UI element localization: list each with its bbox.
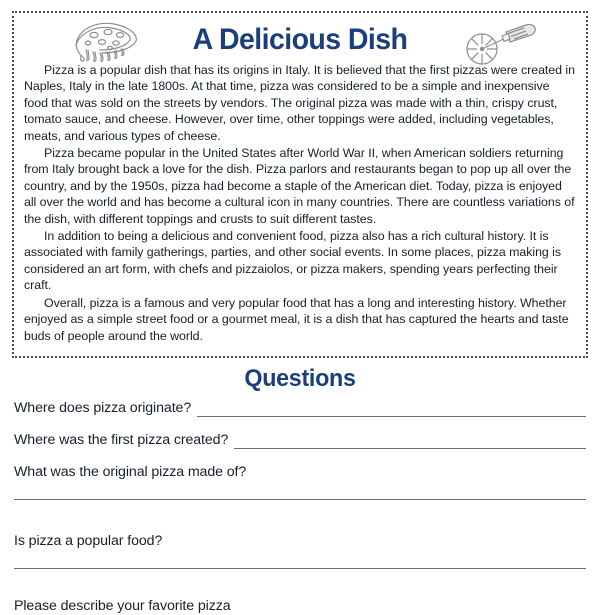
passage-box: A Delicious Dish Pizza is a popular dish… bbox=[12, 11, 588, 358]
pizza-cutter-icon bbox=[464, 23, 552, 72]
question-item-3: What was the original pizza made of? bbox=[14, 457, 586, 500]
questions-list: Where does pizza originate? Where was th… bbox=[14, 393, 586, 615]
passage-paragraph-3: In addition to being a delicious and con… bbox=[24, 229, 562, 293]
question-item-5: Please describe your favorite pizza bbox=[14, 591, 586, 615]
page-title: A Delicious Dish bbox=[192, 22, 408, 56]
question-item-2: Where was the first pizza created? bbox=[14, 425, 586, 449]
passage-paragraph-2: Pizza became popular in the United State… bbox=[24, 146, 575, 226]
question-text: What was the original pizza made of? bbox=[14, 464, 247, 480]
question-item-1: Where does pizza originate? bbox=[14, 393, 586, 417]
passage-paragraph-4: Overall, pizza is a famous and very popu… bbox=[24, 295, 569, 343]
question-text: Please describe your favorite pizza bbox=[14, 598, 231, 614]
question-text: Where was the first pizza created? bbox=[14, 432, 229, 448]
pizza-slice-icon bbox=[66, 19, 144, 68]
answer-line[interactable] bbox=[234, 435, 586, 449]
questions-heading: Questions bbox=[244, 365, 356, 392]
passage-text: Pizza is a popular dish that has its ori… bbox=[24, 62, 576, 344]
question-text: Where does pizza originate? bbox=[14, 400, 192, 416]
title-row: A Delicious Dish bbox=[24, 17, 576, 65]
answer-line[interactable] bbox=[197, 403, 586, 417]
question-item-4: Is pizza a popular food? bbox=[14, 526, 586, 569]
passage-paragraph-1: Pizza is a popular dish that has its ori… bbox=[24, 63, 575, 143]
question-text: Is pizza a popular food? bbox=[14, 533, 163, 549]
